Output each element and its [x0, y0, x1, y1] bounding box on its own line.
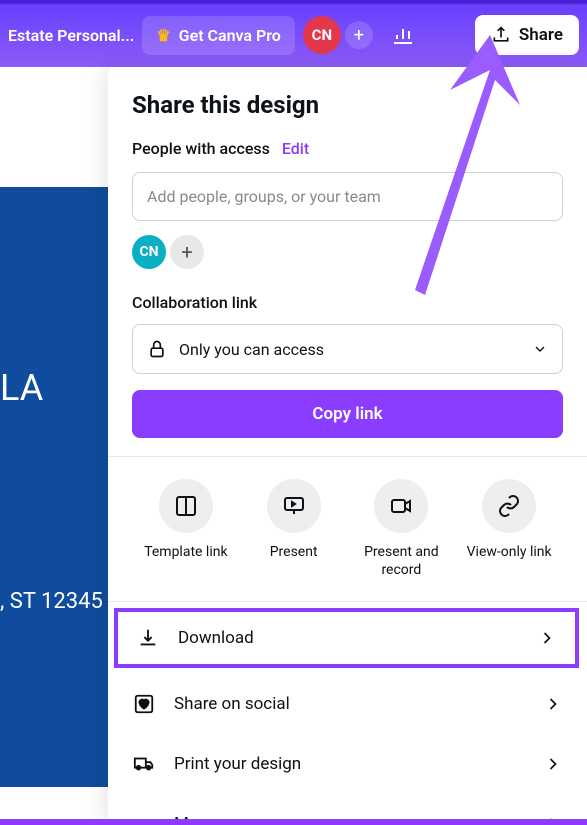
download-menu-item[interactable]: Download [114, 608, 579, 668]
analytics-button[interactable] [381, 13, 425, 57]
collaborator-avatar[interactable]: CN [132, 235, 166, 269]
download-icon [137, 627, 159, 649]
add-person-button[interactable]: + [170, 235, 204, 269]
lock-icon [147, 339, 167, 359]
user-avatar[interactable]: CN [303, 16, 341, 54]
add-collaborator-button[interactable]: + [345, 21, 373, 49]
template-label: Template link [144, 543, 227, 561]
access-label: People with access [132, 139, 270, 158]
copy-link-button[interactable]: Copy link [132, 390, 563, 438]
edit-access-link[interactable]: Edit [282, 139, 309, 158]
analytics-icon [391, 23, 415, 47]
record-icon [389, 494, 413, 518]
view-only-label: View-only link [467, 543, 552, 561]
get-pro-button[interactable]: ♛ Get Canva Pro [142, 16, 295, 55]
access-select-value: Only you can access [179, 340, 520, 359]
present-icon [282, 494, 306, 518]
access-level-select[interactable]: Only you can access [132, 324, 563, 374]
template-link-option[interactable]: Template link [136, 479, 236, 579]
chevron-right-icon [543, 754, 563, 774]
chevron-right-icon [537, 628, 557, 648]
share-social-menu-item[interactable]: Share on social [108, 674, 587, 734]
truck-icon [133, 753, 155, 775]
pro-label: Get Canva Pro [179, 26, 281, 45]
chevron-right-icon [543, 694, 563, 714]
view-only-option[interactable]: View-only link [459, 479, 559, 579]
share-panel: Share this design People with access Edi… [108, 67, 587, 825]
bottom-accent-bar [0, 819, 587, 825]
template-icon [174, 494, 198, 518]
print-label: Print your design [174, 754, 525, 774]
download-label: Download [178, 628, 519, 648]
link-icon [497, 494, 521, 518]
print-menu-item[interactable]: Print your design [108, 734, 587, 794]
present-option[interactable]: Present [244, 479, 344, 579]
present-record-option[interactable]: Present and record [351, 479, 451, 579]
crown-icon: ♛ [156, 26, 170, 45]
upload-icon [491, 25, 511, 45]
share-button[interactable]: Share [475, 15, 579, 55]
panel-title: Share this design [132, 91, 563, 119]
share-label: Share [519, 25, 563, 45]
heart-icon [133, 693, 155, 715]
chevron-down-icon [532, 341, 548, 357]
present-record-label: Present and record [351, 543, 451, 579]
document-title[interactable]: Estate Personal... [8, 26, 134, 45]
topbar: Estate Personal... ♛ Get Canva Pro CN + … [0, 0, 587, 67]
present-label: Present [270, 543, 318, 561]
collab-link-label: Collaboration link [132, 293, 563, 312]
social-label: Share on social [174, 694, 525, 714]
add-people-input[interactable] [132, 172, 563, 221]
